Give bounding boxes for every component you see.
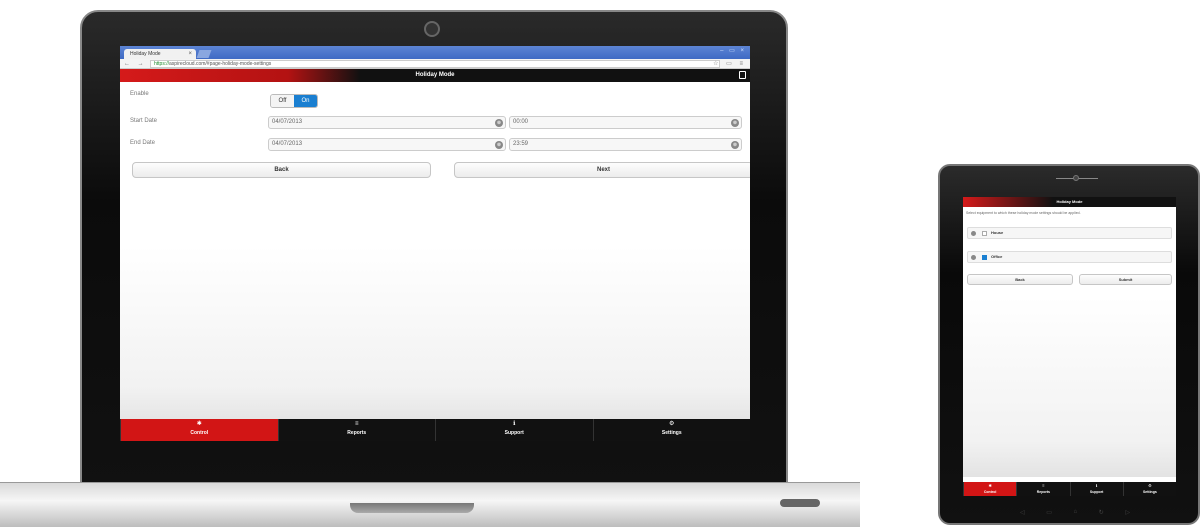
equipment-item-office[interactable]: Office <box>967 251 1172 263</box>
clear-icon[interactable]: ⊗ <box>495 119 503 127</box>
info-icon: ℹ <box>513 421 516 427</box>
content-background <box>963 297 1176 477</box>
tablet-page-title: Holiday Mode <box>1056 199 1083 204</box>
next-button[interactable]: Next <box>454 162 750 178</box>
home-icon[interactable]: ⌂ <box>1073 509 1077 517</box>
start-date-row: Start Date 04/07/2013 ⊗ 00:00 ⊗ <box>128 112 742 134</box>
start-time-value: 00:00 <box>513 119 529 125</box>
nav-label: Reports <box>347 430 367 436</box>
nav-label: Settings <box>1142 490 1157 494</box>
clear-icon[interactable]: ⊗ <box>731 141 739 149</box>
refresh-icon[interactable]: ↻ <box>1099 509 1104 517</box>
tablet-screen: Holiday Mode Select equipment to which t… <box>963 197 1176 496</box>
toggle-off[interactable]: Off <box>271 95 294 107</box>
toggle-on[interactable]: On <box>294 95 317 107</box>
clear-icon[interactable]: ⊗ <box>731 119 739 127</box>
device-mockup-stage: Holiday Mode × – ▭ × ← → C https://aspir… <box>0 0 1202 527</box>
gear-icon: ⚙ <box>1148 483 1152 488</box>
nav-label: Support <box>1089 490 1104 494</box>
equipment-item-house[interactable]: House <box>967 227 1172 239</box>
window-controls[interactable]: – ▭ × <box>720 47 746 54</box>
holiday-form: Enable Off On Start Date 04/07/2013 ⊗ 00… <box>120 82 750 182</box>
tablet-home-bar: ◁ ▭ ⌂ ↻ ▷ <box>1020 509 1130 517</box>
nav-control[interactable]: ✱ Control <box>120 419 278 441</box>
nav-label: Control <box>190 430 209 436</box>
tablet-bottom-nav: ✱ Control ≡ Reports ℹ Support ⚙ Settings <box>963 482 1176 496</box>
end-time-input[interactable]: 23:59 ⊗ <box>509 138 742 151</box>
start-date-value: 04/07/2013 <box>272 119 303 125</box>
checkbox-office[interactable] <box>982 255 987 260</box>
nav-reports[interactable]: ≡ Reports <box>277 419 436 441</box>
bottom-nav: ✱ Control ≡ Reports ℹ Support ⚙ Settings <box>120 419 750 441</box>
url-path: /#page-holiday-mode-settings <box>205 61 272 67</box>
control-icon: ✱ <box>988 483 992 488</box>
address-bar[interactable]: https://aspirecloud.com/#page-holiday-mo… <box>150 60 720 68</box>
nav-reports[interactable]: ≡ Reports <box>1016 482 1069 496</box>
forward-icon[interactable]: ▷ <box>1125 509 1130 517</box>
new-tab-button[interactable] <box>196 50 212 58</box>
app-header: Holiday Mode <box>120 69 750 82</box>
recents-icon[interactable]: ▭ <box>1046 509 1052 517</box>
nav-label: Control <box>983 490 997 494</box>
nav-support[interactable]: ℹ Support <box>435 419 593 441</box>
radio-icon[interactable] <box>971 231 976 236</box>
camera-icon <box>1073 175 1079 181</box>
start-date-label: Start Date <box>130 118 158 124</box>
nav-settings[interactable]: ⚙ Settings <box>592 419 751 441</box>
enable-row: Enable Off On <box>128 82 742 112</box>
actions-row: Back Next <box>128 156 750 182</box>
browser-tabstrip: Holiday Mode × – ▭ × <box>120 46 750 59</box>
nav-control[interactable]: ✱ Control <box>963 482 1017 496</box>
back-button[interactable]: Back <box>132 162 431 178</box>
laptop-notch <box>350 503 474 513</box>
nav-label: Reports <box>1036 490 1050 494</box>
end-date-value: 04/07/2013 <box>272 141 303 147</box>
nav-label: Settings <box>661 430 682 436</box>
start-date-input[interactable]: 04/07/2013 ⊗ <box>268 116 506 129</box>
logout-icon[interactable] <box>739 71 746 79</box>
equipment-name: House <box>991 230 1004 235</box>
end-date-row: End Date 04/07/2013 ⊗ 23:59 ⊗ <box>128 134 742 156</box>
equipment-name: Office <box>991 254 1003 259</box>
gear-icon: ⚙ <box>669 421 675 427</box>
content-background <box>120 246 750 421</box>
page-title: Holiday Mode <box>415 72 455 78</box>
nav-label: Support <box>504 430 524 436</box>
clear-icon[interactable]: ⊗ <box>495 141 503 149</box>
back-icon[interactable]: ◁ <box>1020 509 1025 517</box>
submit-button[interactable]: Submit <box>1079 274 1172 285</box>
reports-icon: ≡ <box>354 421 359 427</box>
browser-tab[interactable]: Holiday Mode × <box>124 49 196 59</box>
tablet-app-header: Holiday Mode <box>963 197 1176 207</box>
url-host: aspirecloud.com <box>169 61 206 67</box>
close-icon[interactable]: × <box>188 49 192 59</box>
nav-support[interactable]: ℹ Support <box>1069 482 1123 496</box>
nav-settings[interactable]: ⚙ Settings <box>1122 482 1176 496</box>
url-scheme: https:// <box>154 61 170 67</box>
start-time-input[interactable]: 00:00 ⊗ <box>509 116 742 129</box>
info-icon: ℹ <box>1095 483 1098 488</box>
browser-toolbar: ← → C https://aspirecloud.com/#page-holi… <box>120 59 750 69</box>
tab-title: Holiday Mode <box>130 51 161 57</box>
enable-toggle[interactable]: Off On <box>270 94 318 108</box>
enable-label: Enable <box>130 91 149 97</box>
end-date-label: End Date <box>130 140 156 146</box>
laptop-indicator <box>780 499 820 507</box>
back-button[interactable]: Back <box>967 274 1073 285</box>
end-date-input[interactable]: 04/07/2013 ⊗ <box>268 138 506 151</box>
camera-icon <box>424 21 440 37</box>
reports-icon: ≡ <box>1042 483 1045 488</box>
laptop-screen: Holiday Mode × – ▭ × ← → C https://aspir… <box>120 46 750 441</box>
radio-icon[interactable] <box>971 255 976 260</box>
equipment-instruction: Select equipment to which these holiday … <box>966 211 1081 215</box>
control-icon: ✱ <box>196 421 202 427</box>
end-time-value: 23:59 <box>513 141 529 147</box>
browser-menu-icons[interactable]: ☆ ▭ ≡ <box>713 59 746 69</box>
checkbox-house[interactable] <box>982 231 987 236</box>
